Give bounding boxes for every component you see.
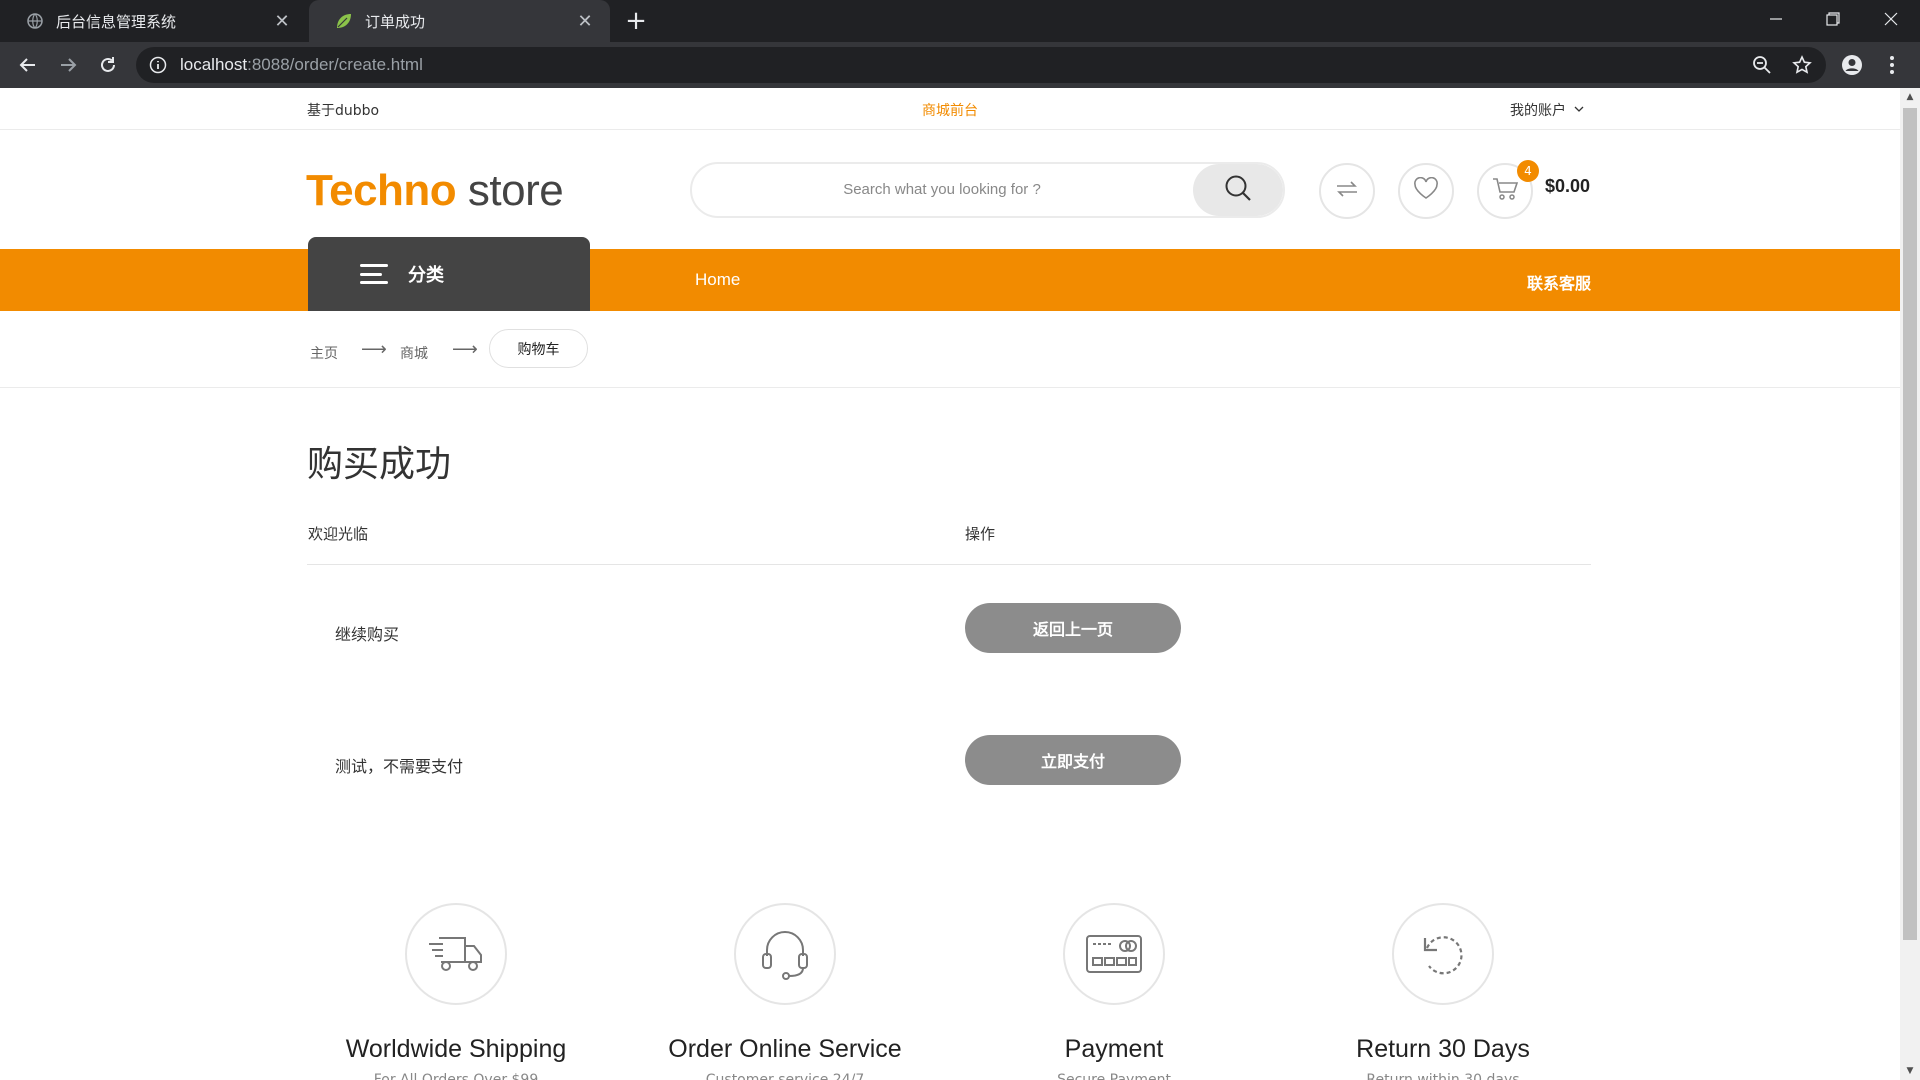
- feature-service: Order Online Service Customer service 24…: [655, 903, 915, 1080]
- tab-title: 订单成功: [365, 12, 426, 31]
- site-info-icon[interactable]: [148, 55, 168, 75]
- account-dropdown[interactable]: 我的账户: [1510, 100, 1584, 120]
- feature-title: Order Online Service: [668, 1035, 902, 1063]
- compare-arrows-icon: [1333, 177, 1361, 205]
- row-label-continue: 继续购买: [335, 625, 400, 644]
- feature-title: Payment: [1064, 1035, 1164, 1063]
- pay-now-button[interactable]: 立即支付: [965, 735, 1181, 785]
- search-button[interactable]: [1193, 164, 1283, 216]
- search-box: Search what you looking for ?: [690, 162, 1285, 218]
- tab-title: 后台信息管理系统: [56, 12, 177, 31]
- feature-subtitle: Customer service 24/7: [705, 1072, 865, 1080]
- nav-contact-link[interactable]: 联系客服: [1527, 270, 1591, 294]
- close-icon[interactable]: ✕: [572, 8, 598, 34]
- new-tab-button[interactable]: +: [622, 6, 650, 36]
- minimize-icon[interactable]: [1750, 0, 1802, 38]
- arrow-right-icon: ⟶: [361, 339, 387, 360]
- arrow-right-icon: ⟶: [452, 339, 478, 360]
- feature-subtitle: Secure Payment: [1057, 1072, 1171, 1080]
- wishlist-button[interactable]: [1398, 163, 1454, 219]
- account-label: 我的账户: [1510, 103, 1566, 119]
- breadcrumb: 主页 ⟶ 商城 ⟶: [0, 311, 1900, 388]
- feature-title: Return 30 Days: [1356, 1035, 1530, 1063]
- scrollbar-thumb[interactable]: [1903, 108, 1917, 940]
- header-divider: [307, 564, 1591, 565]
- zoom-icon[interactable]: [1746, 49, 1778, 81]
- browser-menu-icon[interactable]: [1876, 49, 1908, 81]
- breadcrumb-mall[interactable]: 商城: [400, 343, 428, 363]
- url-text: localhost:8088/order/create.html: [180, 55, 423, 74]
- feature-shipping: Worldwide Shipping For All Orders Over $…: [326, 903, 586, 1080]
- heart-icon: [1413, 176, 1439, 205]
- feature-title: Worldwide Shipping: [345, 1035, 567, 1063]
- row-label-test: 测试，不需要支付: [335, 757, 464, 776]
- page-title: 购买成功: [307, 444, 452, 485]
- browser-tab-strip: 后台信息管理系统 ✕ 订单成功 ✕ +: [0, 0, 1920, 42]
- breadcrumb-home[interactable]: 主页: [310, 343, 338, 363]
- storefront-link[interactable]: 商城前台: [0, 100, 1900, 120]
- category-label: 分类: [408, 265, 444, 286]
- cart-total: $0.00: [1545, 176, 1591, 196]
- headset-icon: [734, 903, 836, 1005]
- feature-return: Return 30 Days Return within 30 days: [1313, 903, 1573, 1080]
- scroll-up-arrow-icon[interactable]: ▲: [1900, 88, 1920, 106]
- browser-toolbar: localhost:8088/order/create.html: [0, 42, 1920, 88]
- address-bar[interactable]: localhost:8088/order/create.html: [136, 47, 1826, 83]
- profile-avatar-icon[interactable]: [1836, 49, 1868, 81]
- cart-count-badge: 4: [1517, 160, 1539, 182]
- go-back-button[interactable]: 返回上一页: [965, 603, 1181, 653]
- bookmark-star-icon[interactable]: [1786, 49, 1818, 81]
- main-navbar: [0, 249, 1900, 311]
- forward-arrow-icon[interactable]: [52, 49, 84, 81]
- chevron-down-icon: [1574, 102, 1584, 118]
- return-icon: [1392, 903, 1494, 1005]
- page-scrollbar[interactable]: ▲ ▼: [1900, 88, 1920, 1080]
- feature-payment: Payment Secure Payment: [984, 903, 1244, 1080]
- search-icon: [1223, 173, 1253, 207]
- browser-tab-admin[interactable]: 后台信息管理系统 ✕: [0, 0, 307, 42]
- browser-tab-order-success[interactable]: 订单成功 ✕: [309, 0, 610, 42]
- nav-home-link[interactable]: Home: [695, 270, 740, 290]
- column-header-actions: 操作: [965, 525, 996, 543]
- credit-card-icon: [1063, 903, 1165, 1005]
- leaf-icon: [335, 12, 353, 30]
- hamburger-menu-icon: [360, 264, 388, 284]
- reload-icon[interactable]: [92, 49, 124, 81]
- category-menu-button[interactable]: 分类: [308, 237, 590, 311]
- truck-icon: [405, 903, 507, 1005]
- feature-subtitle: Return within 30 days: [1366, 1072, 1520, 1080]
- site-topbar: 基于dubbo 商城前台 我的账户: [0, 88, 1900, 130]
- breadcrumb-current: 购物车: [489, 329, 588, 368]
- feature-subtitle: For All Orders Over $99: [373, 1072, 539, 1080]
- restore-icon[interactable]: [1807, 0, 1859, 38]
- page-viewport: 基于dubbo 商城前台 我的账户 Techno store Search wh…: [0, 88, 1920, 1080]
- scroll-down-arrow-icon[interactable]: ▼: [1900, 1062, 1920, 1080]
- site-logo[interactable]: Techno store: [306, 166, 564, 216]
- window-close-icon[interactable]: [1865, 0, 1917, 38]
- close-icon[interactable]: ✕: [269, 8, 295, 34]
- search-input[interactable]: Search what you looking for ?: [692, 181, 1192, 198]
- compare-button[interactable]: [1319, 163, 1375, 219]
- back-arrow-icon[interactable]: [12, 49, 44, 81]
- column-header-welcome: 欢迎光临: [308, 525, 369, 543]
- globe-icon: [26, 12, 44, 30]
- cart-icon: [1491, 176, 1519, 206]
